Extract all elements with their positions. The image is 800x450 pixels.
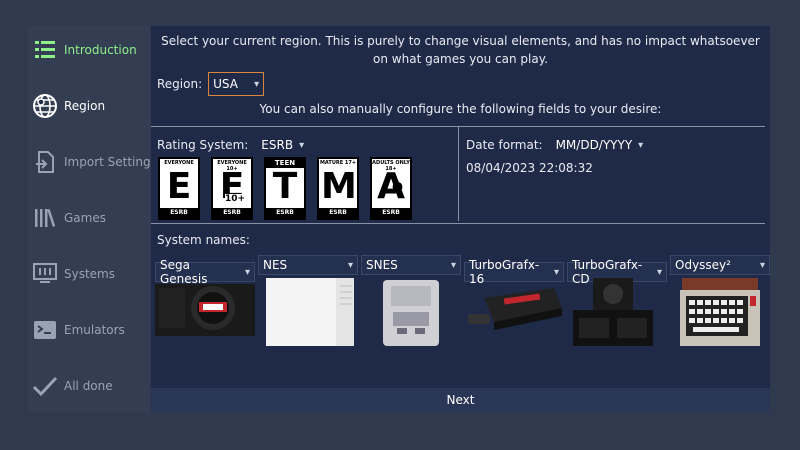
system-column: TurboGrafx-CD ▾ xyxy=(567,254,670,346)
monitor-icon xyxy=(31,260,59,288)
system-name-select[interactable]: SNES ▾ xyxy=(361,255,461,275)
rating-icons: EVERYONE E ESRB EVERYONE 10+ E 10+ ESRB … xyxy=(158,157,423,220)
system-column: Odyssey² ▾ xyxy=(670,254,773,346)
rating-select[interactable]: ESRB ▾ xyxy=(256,133,305,157)
rating-everyone10-icon: EVERYONE 10+ E 10+ ESRB xyxy=(211,157,253,220)
globe-icon xyxy=(31,92,59,120)
snes-console-image xyxy=(381,278,441,352)
turbografx-cd-console-image xyxy=(571,278,655,352)
system-names-label: System names: xyxy=(157,233,250,247)
date-format-select[interactable]: MM/DD/YYYY ▾ xyxy=(550,133,643,157)
sidebar-item-import-settings[interactable]: Import Settings xyxy=(28,142,157,182)
turbografx16-console-image xyxy=(464,278,564,342)
region-select[interactable]: USA ▾ xyxy=(208,72,265,96)
sidebar-item-systems[interactable]: Systems xyxy=(28,254,150,294)
rating-value: ESRB xyxy=(261,138,294,152)
system-list: Sega Genesis ▾ NES ▾ SNES ▾ TurboGrafx-1… xyxy=(155,254,773,346)
sidebar-item-label: Emulators xyxy=(64,323,125,337)
region-row: Region: USA ▾ xyxy=(157,72,265,96)
rating-mature-icon: MATURE 17+ M ESRB xyxy=(317,157,359,220)
region-label: Region: xyxy=(157,77,203,91)
system-column: Sega Genesis ▾ xyxy=(155,254,258,336)
list-icon xyxy=(31,36,59,64)
next-button[interactable]: Next xyxy=(151,388,770,412)
rating-everyone-icon: EVERYONE E ESRB xyxy=(158,157,200,220)
rating-row: Rating System: ESRB ▾ xyxy=(157,133,305,157)
divider xyxy=(458,127,459,221)
sidebar-item-introduction[interactable]: Introduction xyxy=(28,30,150,70)
sidebar-item-label: Games xyxy=(64,211,106,225)
rating-label: Rating System: xyxy=(157,138,249,152)
chevron-down-icon: ▾ xyxy=(638,139,644,151)
sidebar-item-label: Region xyxy=(64,99,106,113)
chevron-down-icon: ▾ xyxy=(656,266,662,278)
date-row: Date format: MM/DD/YYYY ▾ xyxy=(466,133,643,157)
rating-adults-only-icon: ADULTS ONLY 18+ A O ESRB xyxy=(370,157,412,220)
sidebar-item-region[interactable]: Region xyxy=(28,86,150,126)
date-format-value: MM/DD/YYYY xyxy=(555,138,633,152)
chevron-down-icon: ▾ xyxy=(553,266,559,278)
system-column: TurboGrafx-16 ▾ xyxy=(464,254,567,330)
intro-text: Select your current region. This is pure… xyxy=(161,34,760,66)
system-name-select[interactable]: Odyssey² ▾ xyxy=(670,255,770,275)
manual-config-text: You can also manually configure the foll… xyxy=(259,102,662,116)
rating-teen-icon: TEEN T ESRB xyxy=(264,157,306,220)
chevron-down-icon: ▾ xyxy=(254,78,260,90)
nes-console-image xyxy=(266,278,356,352)
sidebar: Introduction Region Import Settings Game… xyxy=(28,26,157,412)
terminal-icon xyxy=(31,316,59,344)
sidebar-item-emulators[interactable]: Emulators xyxy=(28,310,150,350)
region-value: USA xyxy=(213,77,238,91)
odyssey2-console-image xyxy=(678,278,762,352)
chevron-down-icon: ▾ xyxy=(347,259,353,271)
sidebar-item-games[interactable]: Games xyxy=(28,198,150,238)
sidebar-item-label: Systems xyxy=(64,267,115,281)
library-icon xyxy=(31,204,59,232)
sidebar-item-label: Import Settings xyxy=(64,155,157,169)
divider xyxy=(151,223,765,224)
sidebar-item-label: Introduction xyxy=(64,43,137,57)
system-column: SNES ▾ xyxy=(361,254,464,346)
sega-genesis-console-image xyxy=(155,278,255,342)
datetime-preview: 08/04/2023 22:08:32 xyxy=(466,161,593,175)
date-format-label: Date format: xyxy=(466,138,543,152)
chevron-down-icon: ▾ xyxy=(299,139,305,151)
import-icon xyxy=(31,148,59,176)
chevron-down-icon: ▾ xyxy=(759,259,765,271)
system-name-select[interactable]: NES ▾ xyxy=(258,255,358,275)
system-column: NES ▾ xyxy=(258,254,361,346)
main-panel: Select your current region. This is pure… xyxy=(151,26,770,412)
chevron-down-icon: ▾ xyxy=(244,266,250,278)
sidebar-item-all-done[interactable]: All done xyxy=(28,366,150,406)
chevron-down-icon: ▾ xyxy=(450,259,456,271)
sidebar-item-label: All done xyxy=(64,379,113,393)
check-icon xyxy=(31,372,59,400)
